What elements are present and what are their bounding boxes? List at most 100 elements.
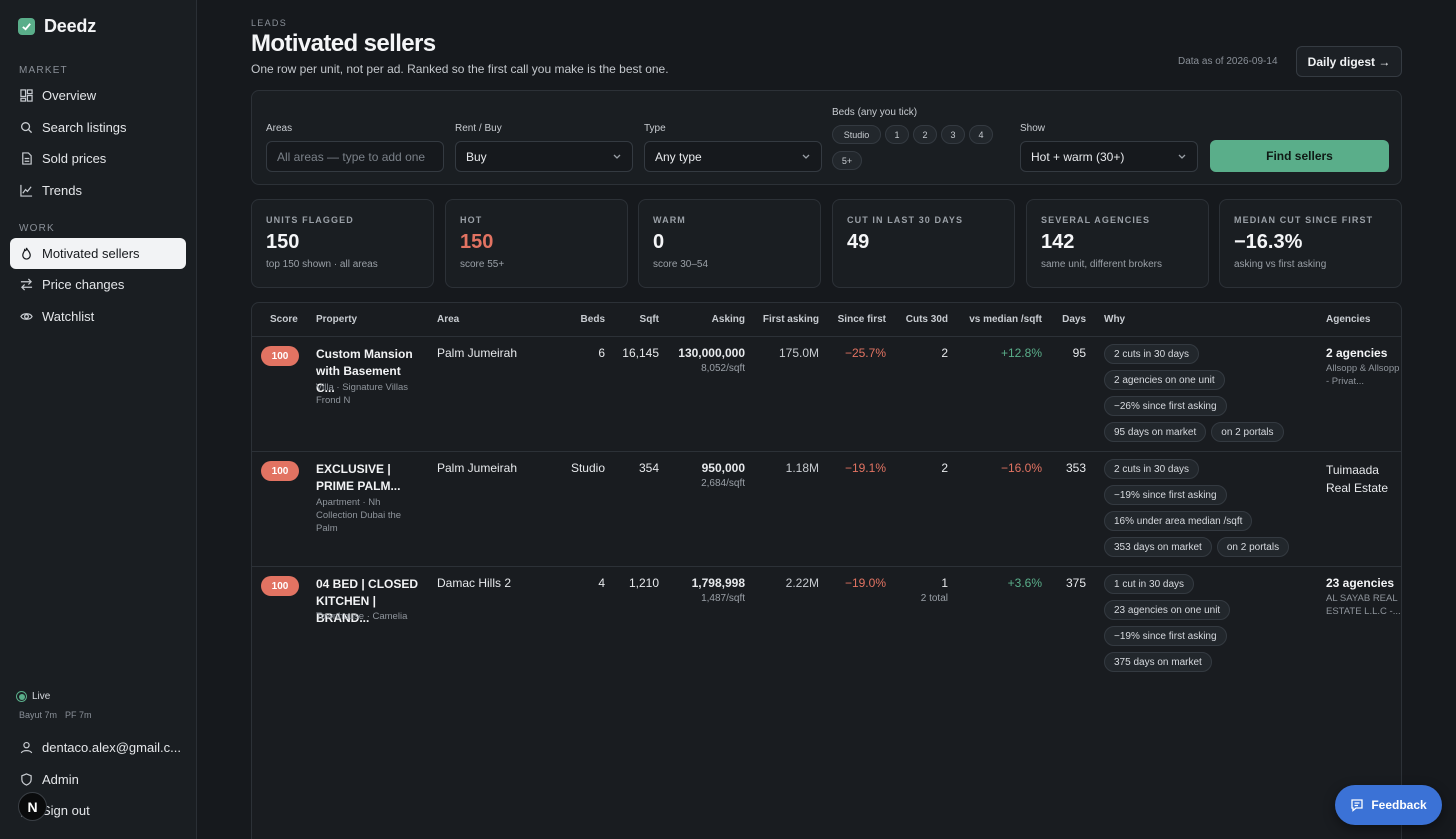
live-label: Live (32, 691, 51, 702)
cuts-total: 2 total (920, 593, 948, 604)
nav-search-listings-label: Search listings (42, 120, 127, 135)
first-asking-cell: 2.22M (785, 576, 819, 590)
brand-name: Deedz (44, 16, 97, 36)
why-tag: on 2 portals (1216, 537, 1290, 557)
bed-chip-3[interactable]: 3 (941, 125, 965, 144)
show-label: Show (1020, 123, 1046, 134)
n-badge[interactable]: N (18, 792, 47, 821)
live-status: Live (16, 691, 50, 702)
chevron-down-icon (613, 154, 621, 159)
stat-sub: asking vs first asking (1234, 259, 1327, 270)
stat-warm: WARM 0 score 30–54 (638, 199, 821, 288)
stat-label: MEDIAN CUT SINCE FIRST (1234, 215, 1374, 225)
col-first-asking[interactable]: First asking (763, 314, 819, 325)
col-agencies[interactable]: Agencies (1326, 314, 1370, 325)
feedback-button[interactable]: Feedback (1335, 785, 1442, 825)
asking-cell: 130,000,000 (678, 346, 745, 360)
nav-sold-prices[interactable]: Sold prices (10, 143, 186, 174)
cuts-cell: 2 (941, 461, 948, 475)
table-row[interactable]: 100 04 BED | CLOSED KITCHEN | BRAND... T… (252, 567, 1401, 682)
stat-sub: score 55+ (460, 259, 505, 270)
nav-overview[interactable]: Overview (10, 80, 186, 111)
stat-sub: same unit, different brokers (1041, 259, 1162, 270)
stat-value: 150 (266, 231, 300, 253)
table-row[interactable]: 100 EXCLUSIVE | PRIME PALM... Apartment … (252, 452, 1401, 567)
why-tags: 2 cuts in 30 days −19% since first askin… (1104, 459, 1314, 557)
nav-motivated-sellers[interactable]: Motivated sellers (10, 238, 186, 269)
rentbuy-select[interactable]: Buy (455, 141, 633, 172)
nav-sold-prices-label: Sold prices (42, 151, 107, 166)
filter-panel: Areas All areas — type to add one Rent /… (251, 90, 1402, 185)
rentbuy-value: Buy (466, 149, 487, 164)
daily-digest-button[interactable]: Daily digest → (1296, 46, 1402, 77)
find-sellers-button[interactable]: Find sellers (1210, 140, 1389, 172)
rentbuy-label: Rent / Buy (455, 123, 502, 134)
table-row[interactable]: 100 Custom Mansion with Basement C... Vi… (252, 337, 1401, 452)
col-since-first[interactable]: Since first (838, 314, 886, 325)
bed-chip-4[interactable]: 4 (969, 125, 993, 144)
bed-chip-studio[interactable]: Studio (832, 125, 881, 144)
stat-value: −16.3% (1234, 231, 1303, 253)
check-logo-icon (18, 18, 35, 35)
page-eyebrow: LEADS (251, 18, 288, 28)
agency-name: Tuimaada Real Estate (1326, 463, 1389, 495)
col-area[interactable]: Area (437, 314, 459, 325)
bed-chip-1[interactable]: 1 (885, 125, 909, 144)
stat-sub: top 150 shown · all areas (266, 259, 378, 270)
bed-chip-5plus[interactable]: 5+ (832, 151, 862, 170)
asking-per-sqft: 1,487/sqft (701, 593, 745, 604)
nav-account[interactable]: dentaco.alex@gmail.c... (10, 732, 186, 763)
nav-overview-label: Overview (42, 88, 97, 103)
col-sqft[interactable]: Sqft (640, 314, 659, 325)
nav-price-changes[interactable]: Price changes (10, 269, 186, 300)
page-subtitle: One row per unit, not per ad. Ranked so … (251, 62, 669, 76)
stat-label: WARM (653, 215, 686, 225)
areas-input[interactable]: All areas — type to add one (266, 141, 444, 172)
why-tags: 2 cuts in 30 days 2 agencies on one unit… (1104, 344, 1314, 442)
why-tag: 375 days on market (1104, 652, 1212, 672)
col-property[interactable]: Property (316, 314, 357, 325)
vs-median-cell: +12.8% (1000, 346, 1042, 360)
property-title[interactable]: EXCLUSIVE | PRIME PALM... (316, 461, 422, 495)
since-first-cell: −19.0% (844, 576, 886, 590)
table-header: Score Property Area Beds Sqft Asking Fir… (252, 303, 1401, 337)
nav-admin[interactable]: Admin (10, 764, 186, 795)
eye-icon (20, 313, 33, 320)
since-first-cell: −19.1% (844, 461, 886, 475)
why-tag: 2 cuts in 30 days (1104, 459, 1200, 479)
type-select[interactable]: Any type (644, 141, 822, 172)
source-pf: PF 7m (65, 710, 92, 720)
col-days[interactable]: Days (1062, 314, 1086, 325)
chevron-down-icon (802, 154, 810, 159)
source-bayut: Bayut 7m (19, 710, 58, 720)
why-tag: −26% since first asking (1104, 396, 1227, 416)
trend-icon (20, 184, 33, 197)
why-tag: 2 agencies on one unit (1104, 370, 1225, 390)
col-score[interactable]: Score (270, 314, 298, 325)
show-select[interactable]: Hot + warm (30+) (1020, 141, 1198, 172)
col-vs-median[interactable]: vs median /sqft (969, 314, 1042, 325)
col-cuts-30d[interactable]: Cuts 30d (906, 314, 948, 325)
type-label: Type (644, 123, 666, 134)
why-tag: −19% since first asking (1104, 485, 1227, 505)
brand[interactable]: Deedz (18, 16, 96, 37)
chevron-down-icon (1178, 154, 1186, 159)
show-value: Hot + warm (30+) (1031, 149, 1125, 164)
sidebar: Deedz MARKET Overview Search listings So… (0, 0, 197, 839)
asking-cell: 950,000 (701, 461, 745, 475)
bed-chip-2[interactable]: 2 (913, 125, 937, 144)
nav-search-listings[interactable]: Search listings (10, 112, 186, 143)
nav-watchlist[interactable]: Watchlist (10, 301, 186, 332)
stat-several-agencies: SEVERAL AGENCIES 142 same unit, differen… (1026, 199, 1209, 288)
beds-cell: 6 (598, 346, 605, 360)
grid-icon (20, 89, 33, 102)
why-tag: 16% under area median /sqft (1104, 511, 1253, 531)
days-cell: 375 (1065, 576, 1086, 590)
document-icon (22, 152, 32, 165)
stat-label: UNITS FLAGGED (266, 215, 354, 225)
why-tags: 1 cut in 30 days 23 agencies on one unit… (1104, 574, 1314, 672)
nav-trends[interactable]: Trends (10, 175, 186, 206)
col-asking[interactable]: Asking (712, 314, 745, 325)
first-asking-cell: 175.0M (778, 346, 819, 360)
col-beds[interactable]: Beds (581, 314, 605, 325)
